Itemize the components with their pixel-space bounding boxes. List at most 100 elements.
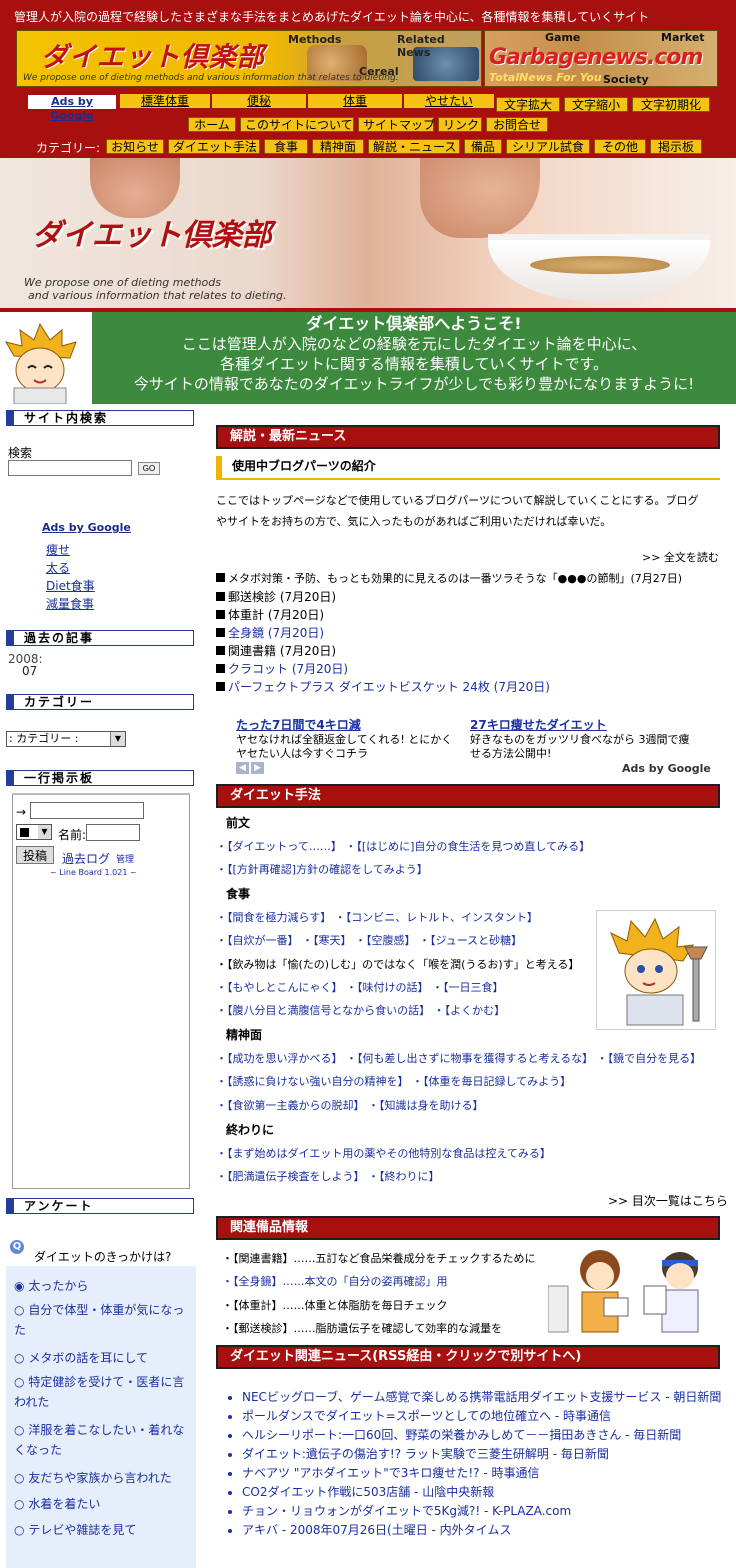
- nav-links[interactable]: リンク: [438, 117, 482, 132]
- equip-item-1[interactable]: ・【関連書籍】……五訂など食品栄養成分をチェックするために: [222, 1250, 536, 1266]
- recent-item-label: 全身鏡 (7月20日): [228, 626, 325, 640]
- recent-item-4[interactable]: 全身鏡 (7月20日): [216, 624, 324, 641]
- cat-method[interactable]: ダイエット手法: [168, 139, 260, 154]
- nav-sitemap[interactable]: サイトマップ: [358, 117, 435, 132]
- mind-line-3[interactable]: ・【食欲第一主義からの脱却】 ・【知識は身を助ける】: [216, 1097, 484, 1113]
- cat-equipment[interactable]: 備品: [464, 139, 502, 154]
- ad-prev-icon[interactable]: ◀: [236, 762, 249, 774]
- nav-contact[interactable]: お問合せ: [486, 117, 548, 132]
- site-banner[interactable]: ダイエット倶楽部 We propose one of dieting metho…: [16, 30, 482, 87]
- mind-line-1[interactable]: ・【成功を思い浮かべる】 ・【何も差し出さずに物事を獲得すると考えるな】 ・【鏡…: [216, 1050, 701, 1066]
- recent-item-1[interactable]: メタボ対策・予防、もっとも効果的に見えるのは一番ツラそうな「●●●の節制」(7月…: [216, 570, 682, 586]
- read-more-link[interactable]: >> 全文を読む: [642, 549, 719, 565]
- sidebar-ad-link-4[interactable]: 減量食事: [46, 595, 94, 612]
- board-color-select[interactable]: ▼: [16, 824, 52, 840]
- end-links-1[interactable]: ・【まず始めはダイエット用の薬やその他特別な食品は控えてみる】: [216, 1147, 551, 1160]
- search-go-button[interactable]: GO: [138, 462, 160, 475]
- archive-month[interactable]: 07: [22, 664, 37, 678]
- sidebar-ad-link-2[interactable]: 太る: [46, 559, 70, 576]
- nav-keyword-4[interactable]: やせたい: [404, 94, 494, 108]
- rss-item-6[interactable]: CO2ダイエット作戦に503店舗 - 山陰中央新報: [242, 1483, 721, 1502]
- cat-cereal[interactable]: シリアル試食: [506, 139, 590, 154]
- cat-other[interactable]: その他: [594, 139, 646, 154]
- recent-item-7[interactable]: パーフェクトプラス ダイエットビスケット 24枚 (7月20日): [216, 678, 550, 695]
- end-line-2[interactable]: ・【肥満遺伝子検査をしよう】 ・【終わりに】: [216, 1168, 440, 1184]
- equip-item-2[interactable]: ・【全身鏡】……本文の「自分の姿再確認」用: [222, 1273, 448, 1289]
- rss-item-4[interactable]: ダイエット:遺伝子の傷治す!? ラット実験で三菱生研解明 - 毎日新聞: [242, 1445, 721, 1464]
- welcome-panel: ダイエット倶楽部へようこそ! ここは管理人が入院のなどの経験を元にしたダイエット…: [92, 312, 736, 404]
- cat-commentary[interactable]: 解説・ニュース: [368, 139, 460, 154]
- equip-item-4[interactable]: ・【郵送検診】……脂肪遺伝子を確認して効率的な減量を: [222, 1320, 502, 1336]
- food-line-4[interactable]: ・【もやしとこんにゃく】 ・【味付けの話】 ・【一日三食】: [216, 979, 504, 995]
- recent-item-5[interactable]: 関連書籍 (7月20日): [216, 642, 336, 659]
- food-line-3[interactable]: ・【飲み物は「愉(たの)しむ」のではなく「喉を潤(うるお)す」と考える】: [216, 956, 579, 972]
- end-links-2[interactable]: ・【肥満遺伝子検査をしよう】 ・【終わりに】: [216, 1170, 440, 1183]
- nav-keyword-3[interactable]: 体重: [308, 94, 402, 108]
- cat-news[interactable]: お知らせ: [106, 139, 164, 154]
- rss-item-1[interactable]: NECビッグローブ、ゲーム感覚で楽しめる携帯電話用ダイエット支援サービス - 朝…: [242, 1388, 721, 1407]
- mind-links-2[interactable]: ・【誘惑に負けない強い自分の精神を】 ・【体重を毎日記録してみよう】: [216, 1075, 571, 1088]
- rss-item-5[interactable]: ナベアツ "アホダイエット"で3キロ痩せた!? - 時事通信: [242, 1464, 721, 1483]
- equip-item-3[interactable]: ・【体重計】……体重と体脂肪を毎日チェック: [222, 1297, 448, 1313]
- sidebar-ad-link-3[interactable]: Diet食事: [46, 577, 95, 594]
- nav-keyword-1[interactable]: 標準体重: [120, 94, 210, 108]
- food-line-1[interactable]: ・【間食を極力減らす】 ・【コンビニ、レトルト、インスタント】: [216, 909, 538, 925]
- rss-item-8[interactable]: アキバ - 2008年07月26日(土曜日 - 内外タイムス: [242, 1521, 721, 1540]
- mind-links-3[interactable]: ・【食欲第一主義からの脱却】 ・【知識は身を助ける】: [216, 1099, 484, 1112]
- font-larger-button[interactable]: 文字拡大: [496, 97, 560, 112]
- ad-next-icon[interactable]: ▶: [251, 762, 264, 774]
- article-title[interactable]: 使用中ブログパーツの紹介: [216, 456, 720, 480]
- rss-item-2[interactable]: ポールダンスでダイエット=スポーツとしての地位確立へ - 時事通信: [242, 1407, 721, 1426]
- survey-option-4[interactable]: ○ 特定健診を受けて・医者に言われた: [14, 1372, 190, 1412]
- radio-icon: ○: [14, 1423, 25, 1437]
- intro-line-2[interactable]: ・【[方針再確認]方針の確認をしてみよう】: [216, 861, 428, 877]
- intro-links-2[interactable]: ・【[方針再確認]方針の確認をしてみよう】: [216, 863, 428, 876]
- survey-option-5[interactable]: ○ 洋服を着こなしたい・着れなくなった: [14, 1420, 190, 1460]
- survey-option-7[interactable]: ○ 水着を着たい: [14, 1492, 190, 1516]
- recent-item-3[interactable]: 体重計 (7月20日): [216, 606, 324, 623]
- nav-about[interactable]: このサイトについて: [240, 117, 354, 132]
- ads-by-google-link[interactable]: Ads by Google: [622, 762, 711, 775]
- rss-item-7[interactable]: チョン・リョウォンがダイエットで5Kg減?! - K-PLAZA.com: [242, 1502, 721, 1521]
- survey-option-3[interactable]: ○ メタボの話を耳にして: [14, 1346, 190, 1370]
- nav-ads-by-google[interactable]: Ads by Google: [28, 95, 116, 122]
- end-line-1[interactable]: ・【まず始めはダイエット用の薬やその他特別な食品は控えてみる】: [216, 1145, 551, 1161]
- cat-food[interactable]: 食事: [264, 139, 308, 154]
- recent-item-2[interactable]: 郵送検診 (7月20日): [216, 588, 336, 605]
- sidebar-ad-link-1[interactable]: 痩せ: [46, 541, 70, 558]
- intro-links-1[interactable]: ・【ダイエットって……】 ・【[はじめに]自分の食生活を見つめ直してみる】: [216, 840, 590, 853]
- garbagenews-banner[interactable]: Game Market Garbagenews.com TotalNews Fo…: [484, 30, 718, 87]
- cat-mind[interactable]: 精神面: [312, 139, 364, 154]
- font-reset-button[interactable]: 文字初期化: [632, 97, 710, 112]
- mind-line-2[interactable]: ・【誘惑に負けない強い自分の精神を】 ・【体重を毎日記録してみよう】: [216, 1073, 571, 1089]
- survey-option-1[interactable]: ◉ 太ったから: [14, 1274, 190, 1298]
- food-links-1[interactable]: ・【間食を極力減らす】 ・【コンビニ、レトルト、インスタント】: [216, 911, 538, 924]
- font-smaller-button[interactable]: 文字縮小: [564, 97, 628, 112]
- board-name-input[interactable]: [86, 824, 140, 841]
- rss-item-3[interactable]: ヘルシーリポート:一口60回、野菜の栄養かみしめて－－揖田あきさん - 毎日新聞: [242, 1426, 721, 1445]
- search-input[interactable]: [8, 460, 132, 476]
- cat-board[interactable]: 掲示板: [650, 139, 702, 154]
- hero-arm: [420, 158, 540, 238]
- board-admin-link[interactable]: 管理: [116, 852, 134, 865]
- food-links-4[interactable]: ・【もやしとこんにゃく】 ・【味付けの話】 ・【一日三食】: [216, 981, 504, 994]
- toc-link[interactable]: >> 目次一覧はこちら: [608, 1192, 728, 1209]
- board-post-button[interactable]: 投稿: [16, 846, 54, 864]
- category-select[interactable]: : カテゴリー : ▼: [6, 731, 126, 747]
- survey-option-8[interactable]: ○ テレビや雑誌を見て: [14, 1518, 190, 1542]
- nav-keyword-2[interactable]: 便秘: [212, 94, 306, 108]
- board-message-input[interactable]: [30, 802, 144, 819]
- food-links-3[interactable]: ・【飲み物は「愉(たの)しむ」のではなく「喉を潤(うるお)す」と考える】: [216, 958, 579, 971]
- food-links-2[interactable]: ・【自炊が一番】 ・【寒天】 ・【空腹感】 ・【ジュースと砂糖】: [216, 934, 522, 947]
- survey-option-2[interactable]: ○ 自分で体型・体重が気になった: [14, 1300, 190, 1340]
- food-line-5[interactable]: ・【腹八分目と満腹信号となから食いの話】 ・【よくかむ】: [216, 1002, 505, 1018]
- food-line-2[interactable]: ・【自炊が一番】 ・【寒天】 ・【空腹感】 ・【ジュースと砂糖】: [216, 932, 522, 948]
- survey-option-6[interactable]: ○ 友だちや家族から言われた: [14, 1466, 190, 1490]
- nav-home[interactable]: ホーム: [188, 117, 236, 132]
- food-links-5[interactable]: ・【腹八分目と満腹信号となから食いの話】 ・【よくかむ】: [216, 1004, 505, 1017]
- intro-line-1[interactable]: ・【ダイエットって……】 ・【[はじめに]自分の食生活を見つめ直してみる】: [216, 838, 590, 854]
- board-log-link[interactable]: 過去ログ: [62, 850, 110, 867]
- mind-links-1[interactable]: ・【成功を思い浮かべる】 ・【何も差し出さずに物事を獲得すると考えるな】 ・【鏡…: [216, 1052, 701, 1065]
- recent-item-6[interactable]: クラコット (7月20日): [216, 660, 348, 677]
- sidebar-ads-by-google[interactable]: Ads by Google: [42, 521, 131, 534]
